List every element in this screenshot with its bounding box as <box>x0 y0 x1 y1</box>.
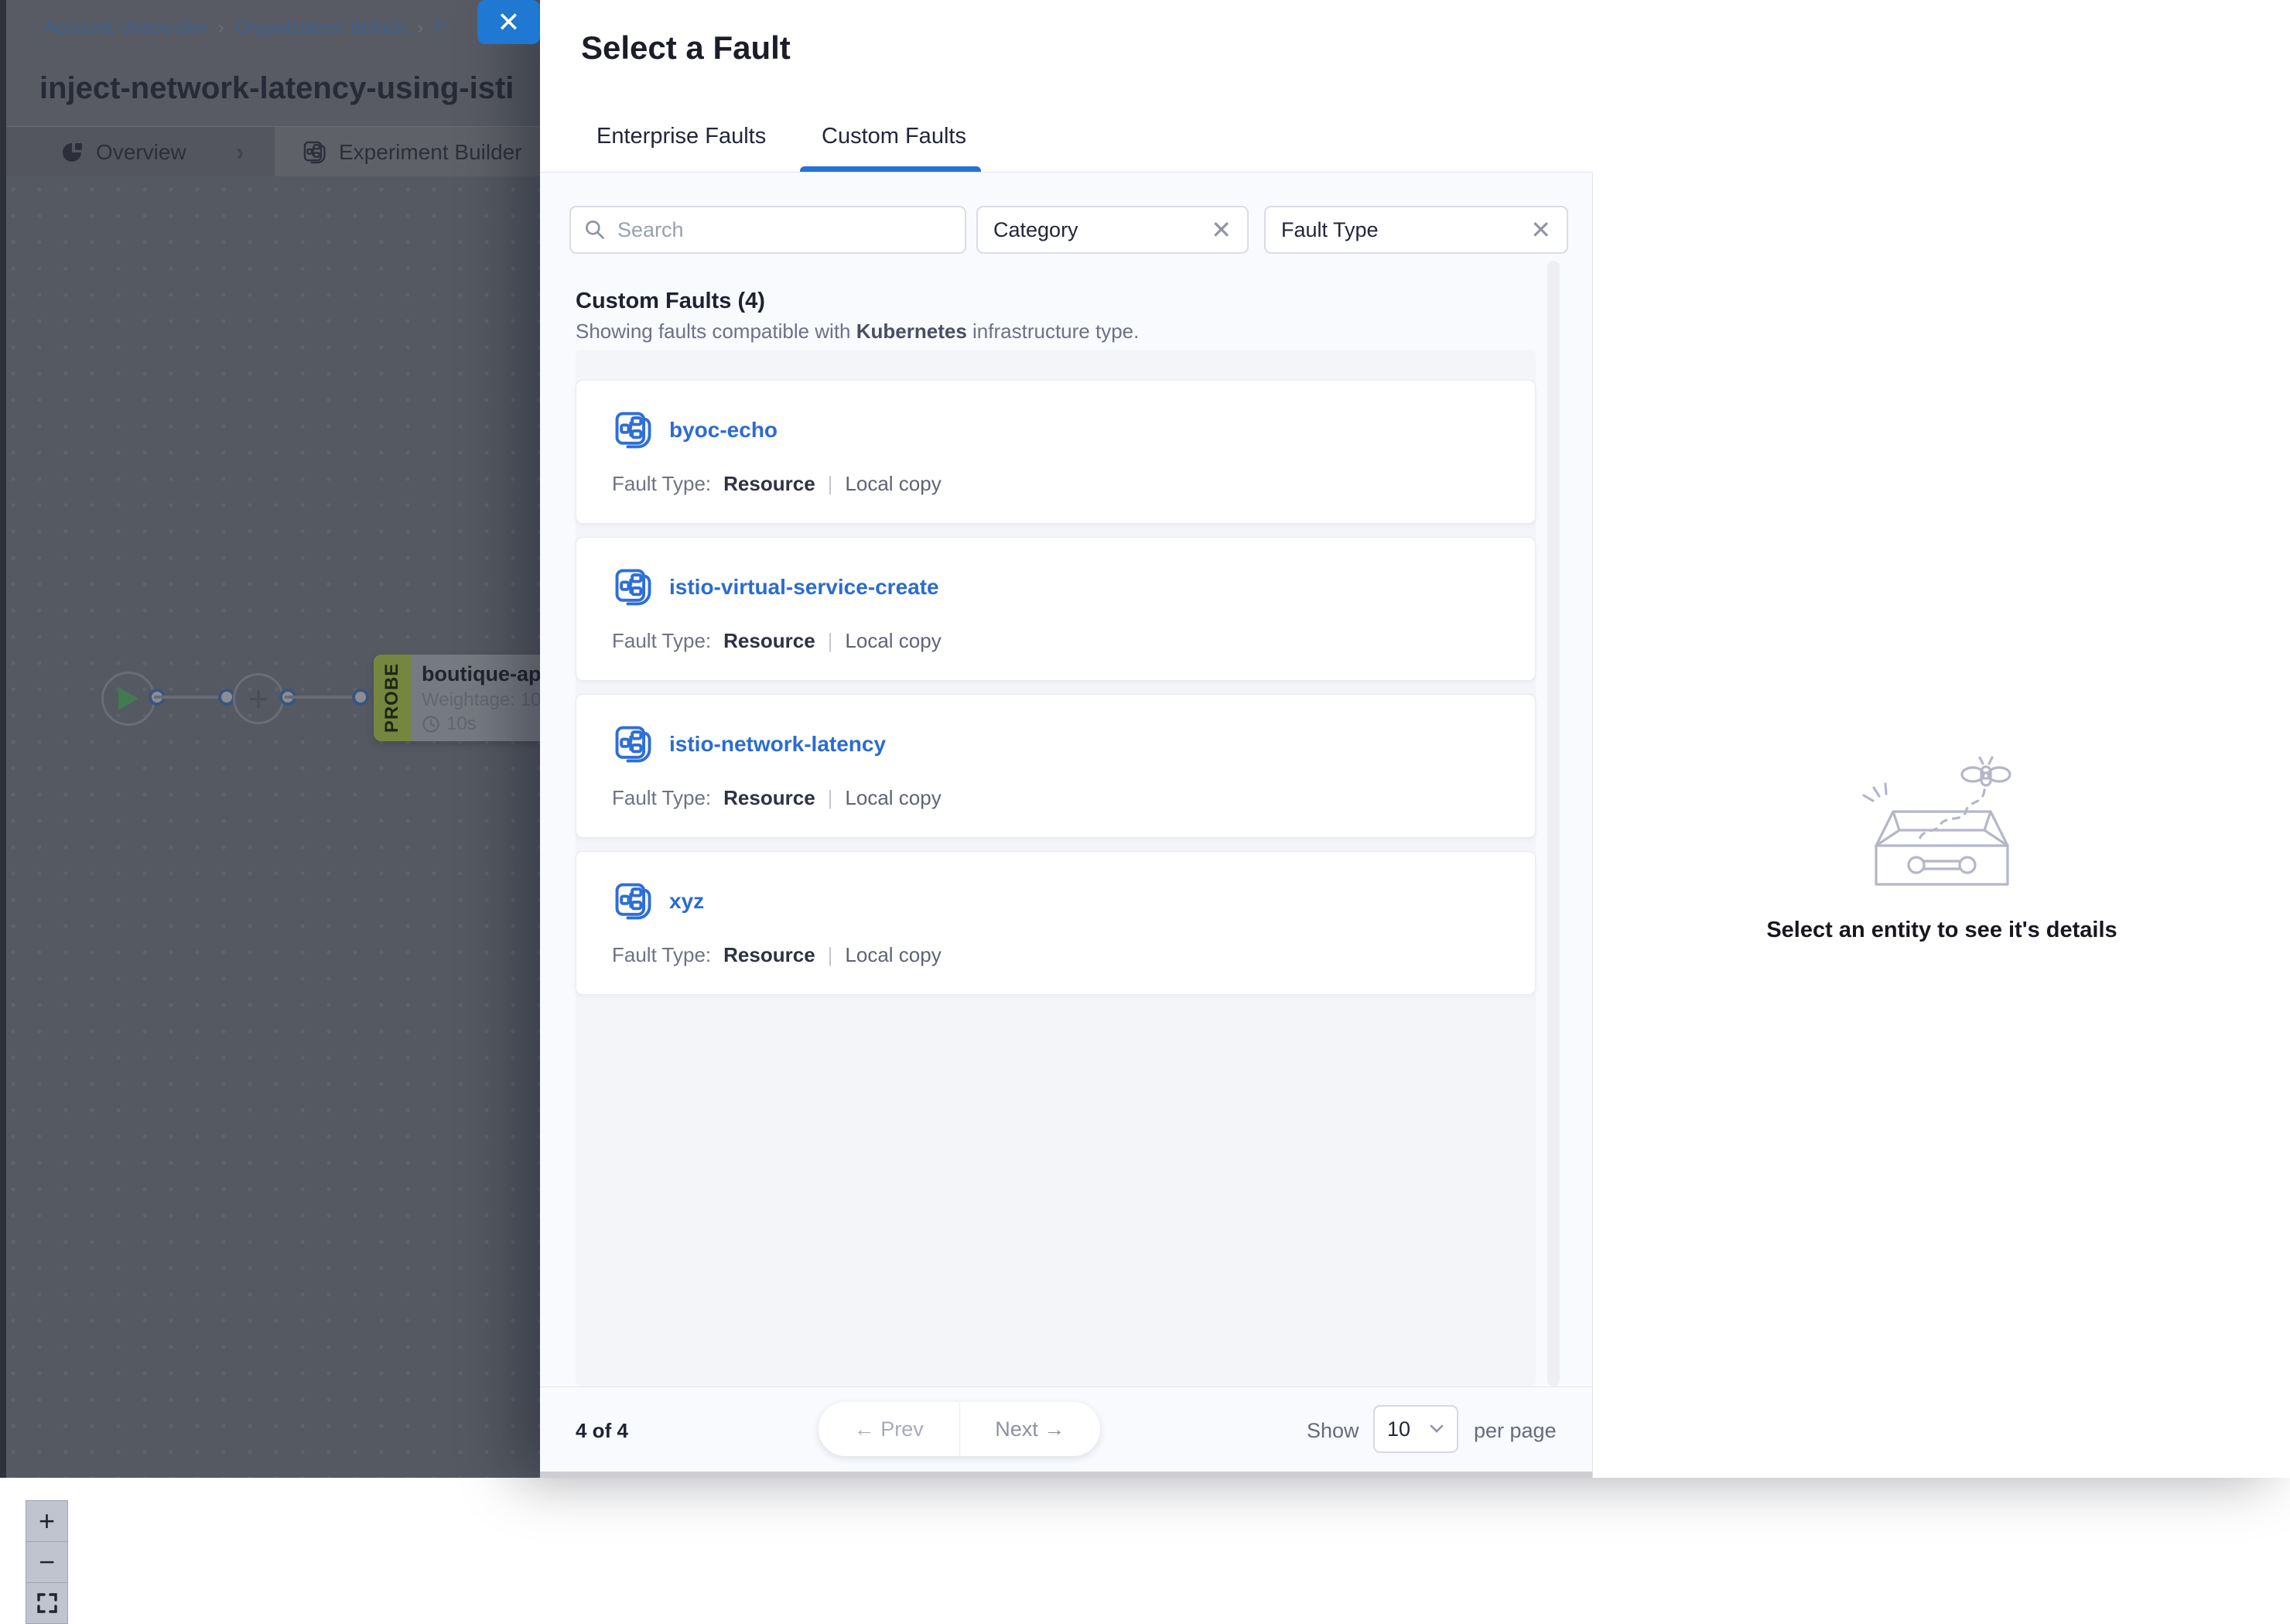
fault-icon <box>612 880 655 923</box>
category-filter-label: Category <box>993 218 1078 242</box>
tab-custom-faults[interactable]: Custom Faults <box>822 124 966 149</box>
fault-icon <box>612 409 655 452</box>
search-icon <box>583 218 607 241</box>
local-copy-label: Local copy <box>845 472 941 496</box>
pager: ← Prev Next → <box>819 1402 1100 1456</box>
local-copy-label: Local copy <box>845 629 941 653</box>
fault-type-value: Resource <box>723 472 815 496</box>
modal-backdrop[interactable] <box>0 0 540 1478</box>
meta-divider: | <box>828 629 833 653</box>
fault-type-value: Resource <box>723 943 815 967</box>
plus-icon: + <box>39 1505 55 1537</box>
fault-name-link[interactable]: xyz <box>669 889 704 914</box>
list-heading: Custom Faults (4) <box>576 289 765 314</box>
meta-divider: | <box>828 943 833 967</box>
page-count: 4 of 4 <box>576 1419 628 1443</box>
fault-type-label: Fault Type: <box>612 629 711 653</box>
search-input-wrapper <box>569 206 966 254</box>
fault-card[interactable]: istio-network-latency Fault Type: Resour… <box>576 694 1536 838</box>
fault-type-label: Fault Type: <box>612 472 711 496</box>
active-tab-underline <box>800 166 981 172</box>
meta-divider: | <box>828 786 833 810</box>
modal-title: Select a Fault <box>581 29 791 67</box>
pagination-divider <box>540 1386 1592 1387</box>
zoom-out-button[interactable]: − <box>26 1541 68 1583</box>
category-filter[interactable]: Category ✕ <box>976 206 1249 254</box>
fault-type-value: Resource <box>723 629 815 653</box>
chevron-down-icon <box>1429 1424 1444 1434</box>
empty-state-text: Select an entity to see it's details <box>1593 918 2290 943</box>
fullscreen-icon <box>36 1592 59 1615</box>
horizontal-scrollbar[interactable] <box>540 1472 1592 1478</box>
list-subtitle: Showing faults compatible with Kubernete… <box>576 320 1139 344</box>
list-scrollbar[interactable] <box>1547 261 1560 1386</box>
prev-page-button[interactable]: ← Prev <box>819 1417 959 1441</box>
canvas-zoom-controls: + − <box>26 1501 67 1624</box>
search-input[interactable] <box>616 217 952 243</box>
fault-card[interactable]: istio-virtual-service-create Fault Type:… <box>576 537 1536 681</box>
fault-type-label: Fault Type: <box>612 943 711 967</box>
clear-fault-type-icon[interactable]: ✕ <box>1530 217 1551 242</box>
empty-state: Select an entity to see it's details <box>1593 754 2290 943</box>
fit-to-screen-button[interactable] <box>26 1582 68 1624</box>
per-page-label: per page <box>1474 1419 1557 1443</box>
close-button[interactable]: ✕ <box>477 0 540 44</box>
zoom-in-button[interactable]: + <box>26 1500 68 1542</box>
fault-icon <box>612 723 655 766</box>
next-page-button[interactable]: Next → <box>960 1417 1101 1441</box>
page-size-select[interactable]: 10 <box>1373 1405 1458 1453</box>
close-icon: ✕ <box>497 6 520 39</box>
select-fault-modal: ✕ Select a Fault Enterprise Faults Custo… <box>540 0 2290 1478</box>
clear-category-icon[interactable]: ✕ <box>1211 217 1232 242</box>
tab-enterprise-faults[interactable]: Enterprise Faults <box>596 124 766 149</box>
fault-card[interactable]: xyz Fault Type: Resource | Local copy <box>576 851 1536 995</box>
fault-name-link[interactable]: byoc-echo <box>669 418 778 443</box>
meta-divider: | <box>828 472 833 496</box>
fault-type-value: Resource <box>723 786 815 810</box>
empty-drawer-icon <box>1853 754 2031 894</box>
fault-type-filter[interactable]: Fault Type ✕ <box>1264 206 1568 254</box>
minus-icon: − <box>39 1546 55 1578</box>
fault-card[interactable]: byoc-echo Fault Type: Resource | Local c… <box>576 380 1536 524</box>
local-copy-label: Local copy <box>845 786 941 810</box>
local-copy-label: Local copy <box>845 943 941 967</box>
page-size-value: 10 <box>1387 1417 1410 1441</box>
fault-list: byoc-echo Fault Type: Resource | Local c… <box>576 350 1536 1386</box>
fault-name-link[interactable]: istio-virtual-service-create <box>669 575 939 600</box>
fault-icon <box>612 566 655 609</box>
fault-name-link[interactable]: istio-network-latency <box>669 732 886 757</box>
fault-type-filter-label: Fault Type <box>1281 218 1379 242</box>
show-label: Show <box>1307 1419 1359 1443</box>
fault-type-label: Fault Type: <box>612 786 711 810</box>
fault-details-panel: Select an entity to see it's details <box>1592 173 2290 1478</box>
